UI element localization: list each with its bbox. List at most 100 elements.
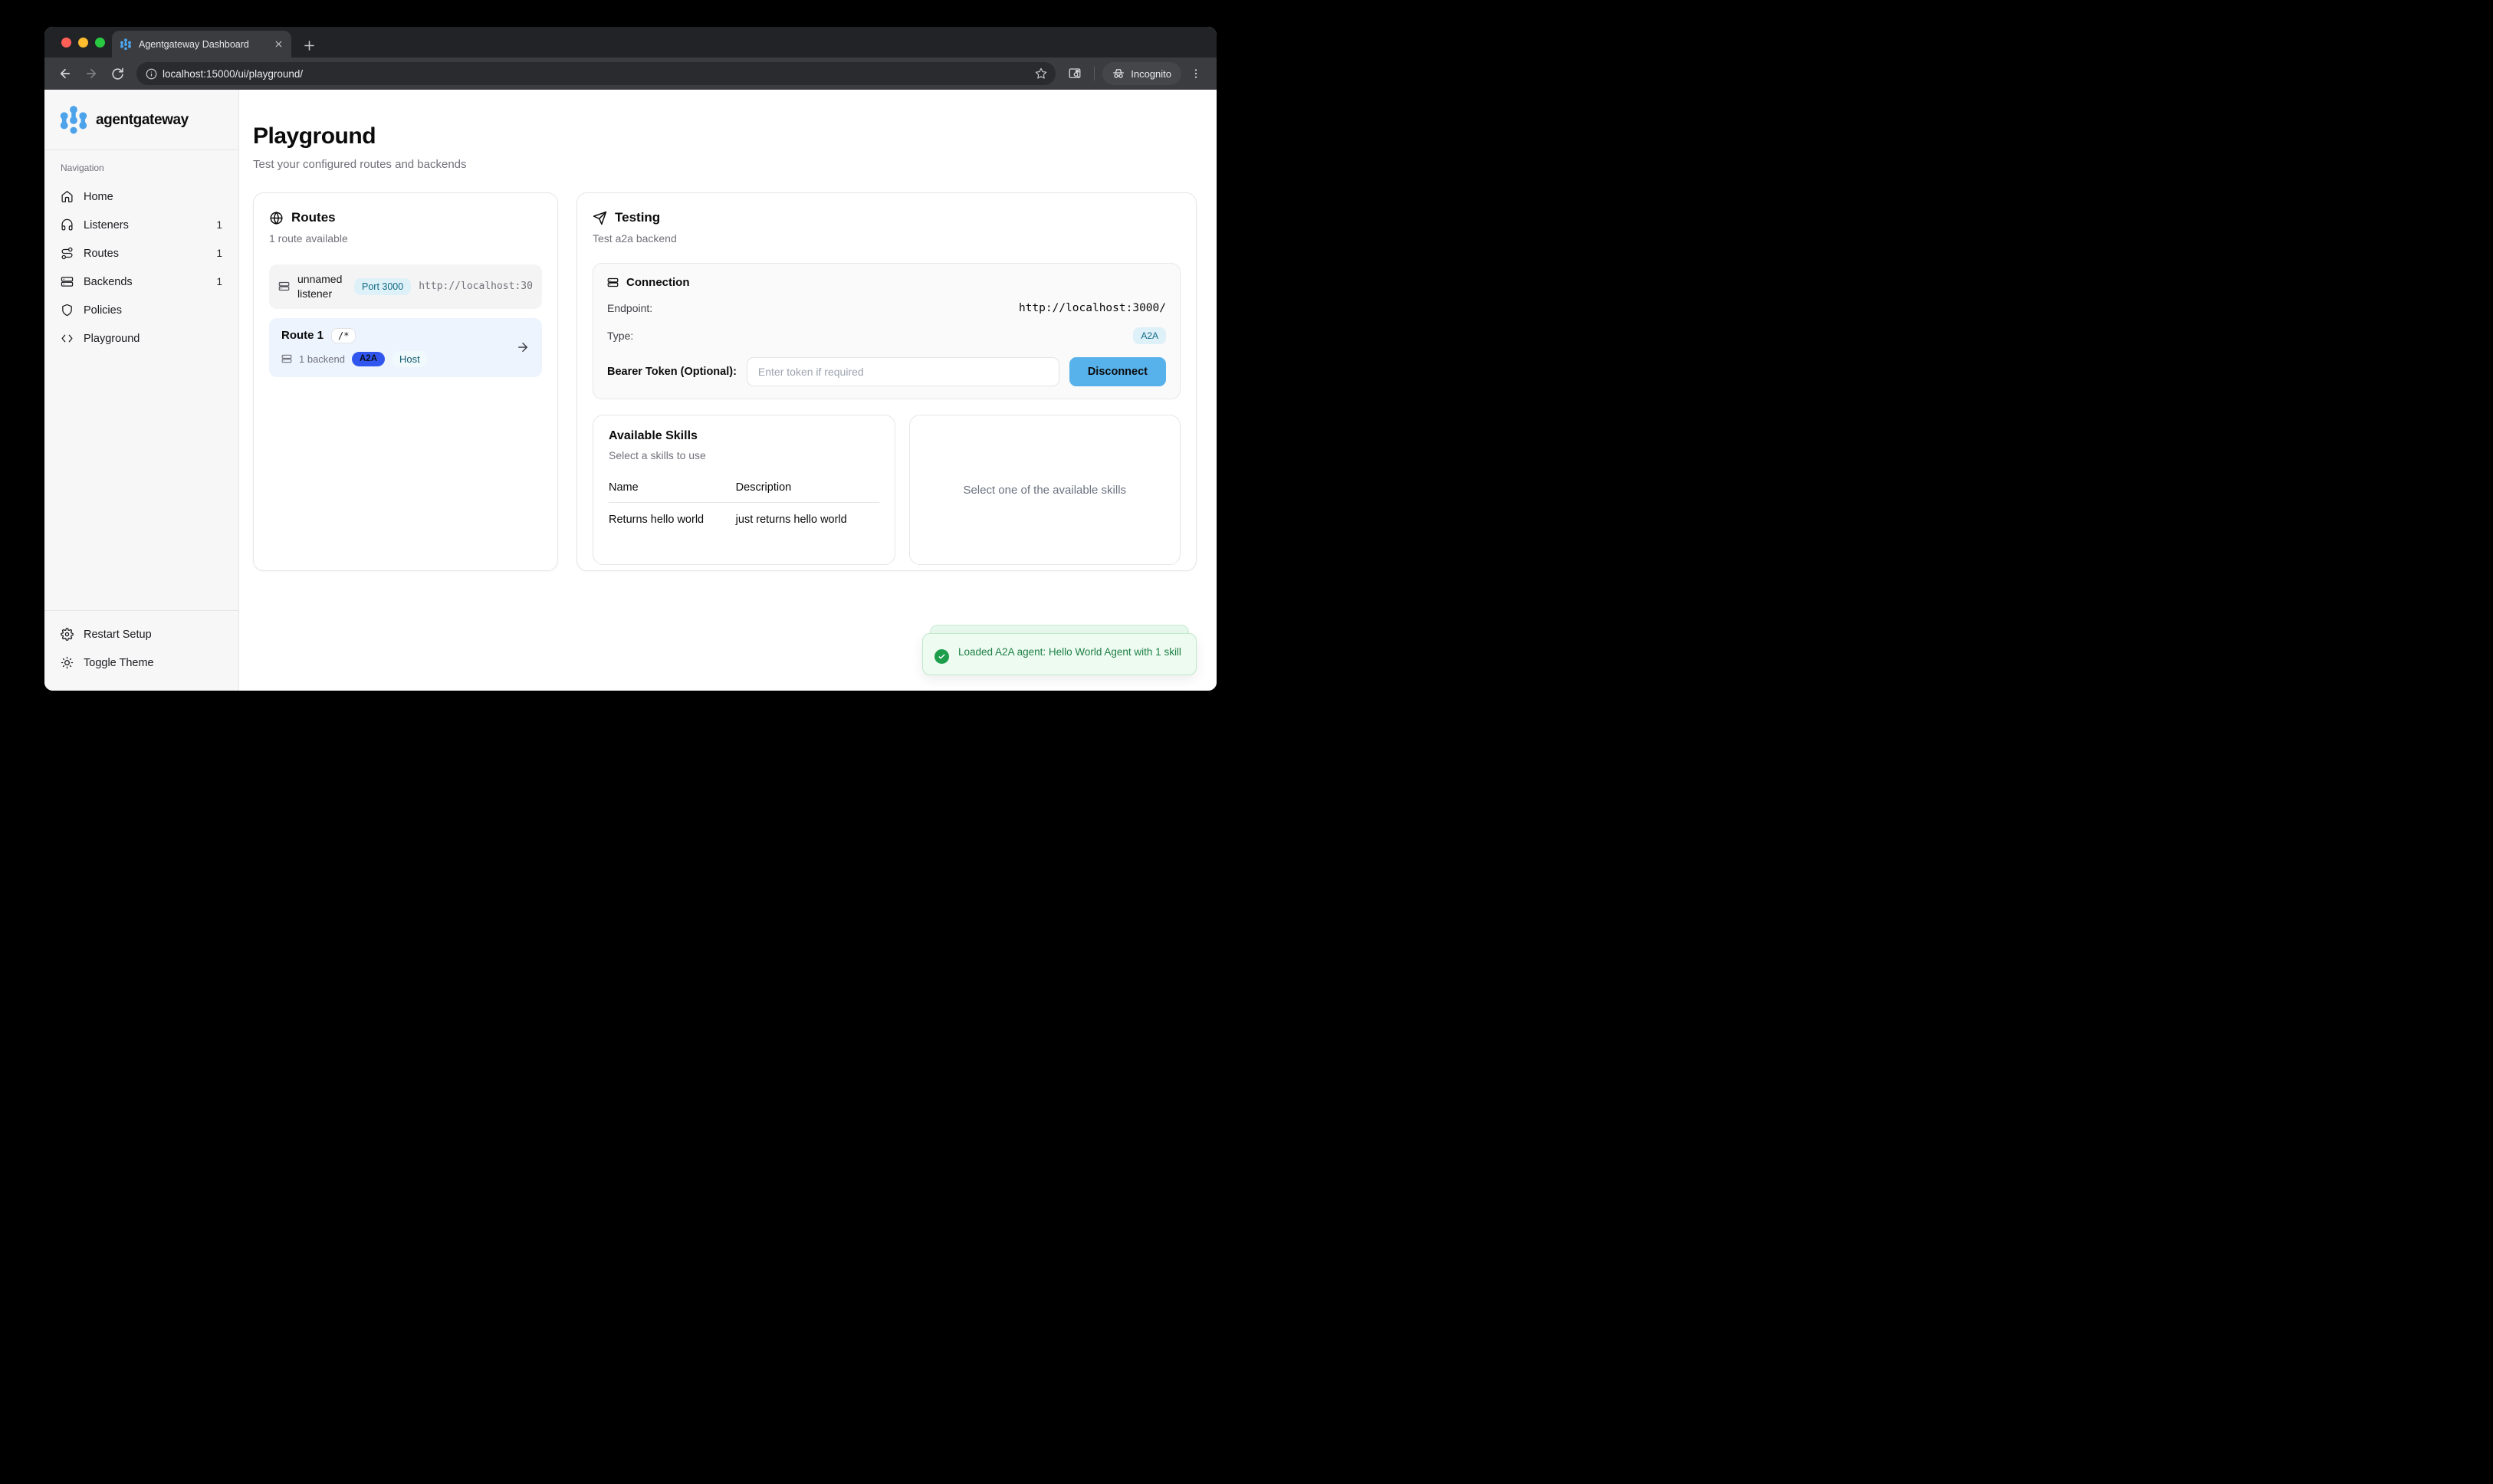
- sidebar-item-policies[interactable]: Policies: [54, 296, 229, 324]
- token-row: Bearer Token (Optional): Disconnect: [607, 357, 1166, 386]
- forward-button[interactable]: [80, 62, 103, 85]
- browser-window: Agentgateway Dashboard: [44, 27, 1217, 691]
- new-tab-button[interactable]: [302, 38, 317, 53]
- route-icon: [61, 247, 74, 260]
- back-button[interactable]: [54, 62, 77, 85]
- testing-card: Testing Test a2a backend Connection Endp…: [576, 192, 1197, 571]
- sidebar-nav: Navigation Home Listeners 1 Routes: [44, 150, 238, 353]
- page-subtitle: Test your configured routes and backends: [253, 158, 1197, 171]
- listener-url: http://localhost:3000/: [419, 281, 533, 292]
- route-info: Route 1 /* 1 backend A2A Host: [281, 328, 428, 367]
- listener-row[interactable]: unnamed listener Port 3000 http://localh…: [269, 264, 542, 309]
- toggle-theme-button[interactable]: Toggle Theme: [54, 648, 229, 677]
- token-label: Bearer Token (Optional):: [607, 366, 737, 378]
- page-title: Playground: [253, 123, 1197, 149]
- globe-icon: [269, 211, 284, 225]
- minimize-window-button[interactable]: [78, 38, 88, 48]
- toggle-theme-label: Toggle Theme: [84, 657, 154, 669]
- browser-tab[interactable]: Agentgateway Dashboard: [112, 31, 291, 57]
- endpoint-value: http://localhost:3000/: [1019, 302, 1166, 314]
- skills-table: Name Description Returns hello world jus…: [609, 481, 879, 526]
- sidebar-item-listeners[interactable]: Listeners 1: [54, 211, 229, 239]
- brand: agentgateway: [44, 90, 238, 150]
- url-text[interactable]: localhost:15000/ui/playground/: [163, 68, 1031, 80]
- skill-description-cell: just returns hello world: [736, 503, 879, 527]
- sidebar-footer: Restart Setup Toggle Theme: [44, 610, 238, 691]
- sidebar-item-label: Routes: [84, 248, 119, 260]
- headphones-icon: [61, 218, 74, 231]
- toast-message: Loaded A2A agent: Hello World Agent with…: [958, 645, 1181, 661]
- screen: Agentgateway Dashboard: [0, 0, 1246, 742]
- endpoint-row: Endpoint: http://localhost:3000/: [607, 302, 1166, 314]
- routes-card: Routes 1 route available unnamed listene…: [253, 192, 558, 571]
- nav-section-label: Navigation: [54, 163, 229, 182]
- home-icon: [61, 190, 74, 203]
- route-row[interactable]: Route 1 /* 1 backend A2A Host: [269, 318, 542, 377]
- send-icon: [593, 211, 607, 225]
- testing-card-subtitle: Test a2a backend: [593, 232, 1181, 245]
- testing-card-title: Testing: [615, 210, 660, 225]
- close-window-button[interactable]: [61, 38, 71, 48]
- route-backend-count: 1 backend: [299, 353, 345, 365]
- sidebar-item-playground[interactable]: Playground: [54, 324, 229, 353]
- token-input[interactable]: [747, 357, 1059, 386]
- agentgateway-favicon: [120, 38, 132, 51]
- arrow-right-icon[interactable]: [516, 340, 530, 354]
- listener-name: unnamed listener: [297, 272, 347, 301]
- disconnect-button[interactable]: Disconnect: [1069, 357, 1166, 386]
- testing-sub-cards: Available Skills Select a skills to use …: [593, 415, 1181, 565]
- skill-preview-card: Select one of the available skills: [909, 415, 1181, 565]
- route-path-badge: /*: [331, 328, 356, 343]
- type-label: Type:: [607, 330, 633, 342]
- sidebar-item-routes[interactable]: Routes 1: [54, 239, 229, 268]
- available-skills-card: Available Skills Select a skills to use …: [593, 415, 895, 565]
- skills-col-name: Name: [609, 481, 736, 503]
- type-badge: A2A: [1133, 327, 1166, 344]
- reload-button[interactable]: [106, 62, 129, 85]
- skill-row[interactable]: Returns hello world just returns hello w…: [609, 503, 879, 527]
- sidebar-item-label: Listeners: [84, 219, 129, 231]
- route-host-badge: Host: [392, 351, 428, 367]
- listener-port-badge: Port 3000: [354, 278, 411, 295]
- success-toast[interactable]: Loaded A2A agent: Hello World Agent with…: [922, 633, 1197, 675]
- skills-col-description: Description: [736, 481, 879, 503]
- sidebar-item-label: Backends: [84, 276, 133, 288]
- app-content: agentgateway Navigation Home Listeners 1: [44, 90, 1217, 691]
- code-icon: [61, 332, 74, 345]
- sidebar-item-count: 1: [216, 276, 222, 287]
- restart-setup-button[interactable]: Restart Setup: [54, 620, 229, 648]
- route-name: Route 1: [281, 329, 324, 342]
- agentgateway-logo: [60, 105, 87, 136]
- server-icon: [278, 281, 290, 292]
- type-row: Type: A2A: [607, 327, 1166, 344]
- testing-card-header: Testing: [593, 210, 1181, 225]
- brand-name: agentgateway: [96, 112, 189, 129]
- incognito-label: Incognito: [1131, 68, 1171, 80]
- site-info-icon[interactable]: [141, 64, 161, 84]
- sidebar-item-home[interactable]: Home: [54, 182, 229, 211]
- skill-name-cell[interactable]: Returns hello world: [609, 503, 736, 527]
- browser-toolbar: localhost:15000/ui/playground/ Incognito: [44, 57, 1217, 90]
- tab-close-icon[interactable]: [274, 39, 284, 49]
- window-controls: [61, 27, 105, 57]
- cards-row: Routes 1 route available unnamed listene…: [253, 192, 1197, 571]
- menu-dots-icon[interactable]: [1184, 62, 1207, 85]
- toolbar-divider: [1094, 67, 1095, 80]
- zoom-window-button[interactable]: [95, 38, 105, 48]
- sidebar-item-count: 1: [216, 248, 222, 259]
- route-a2a-badge: A2A: [352, 352, 385, 366]
- available-skills-title: Available Skills: [609, 429, 879, 443]
- server-icon: [281, 353, 292, 364]
- bookmark-star-icon[interactable]: [1031, 64, 1051, 84]
- sidebar-item-count: 1: [216, 219, 222, 231]
- connection-title: Connection: [626, 276, 690, 289]
- sidebar-item-backends[interactable]: Backends 1: [54, 268, 229, 296]
- incognito-badge: Incognito: [1102, 62, 1181, 85]
- server-icon: [61, 275, 74, 288]
- sidebar-item-label: Policies: [84, 304, 122, 317]
- endpoint-label: Endpoint:: [607, 302, 652, 314]
- sidebar: agentgateway Navigation Home Listeners 1: [44, 90, 239, 691]
- side-panel-icon[interactable]: [1063, 62, 1086, 85]
- gear-icon: [61, 628, 74, 641]
- address-bar[interactable]: localhost:15000/ui/playground/: [136, 62, 1056, 85]
